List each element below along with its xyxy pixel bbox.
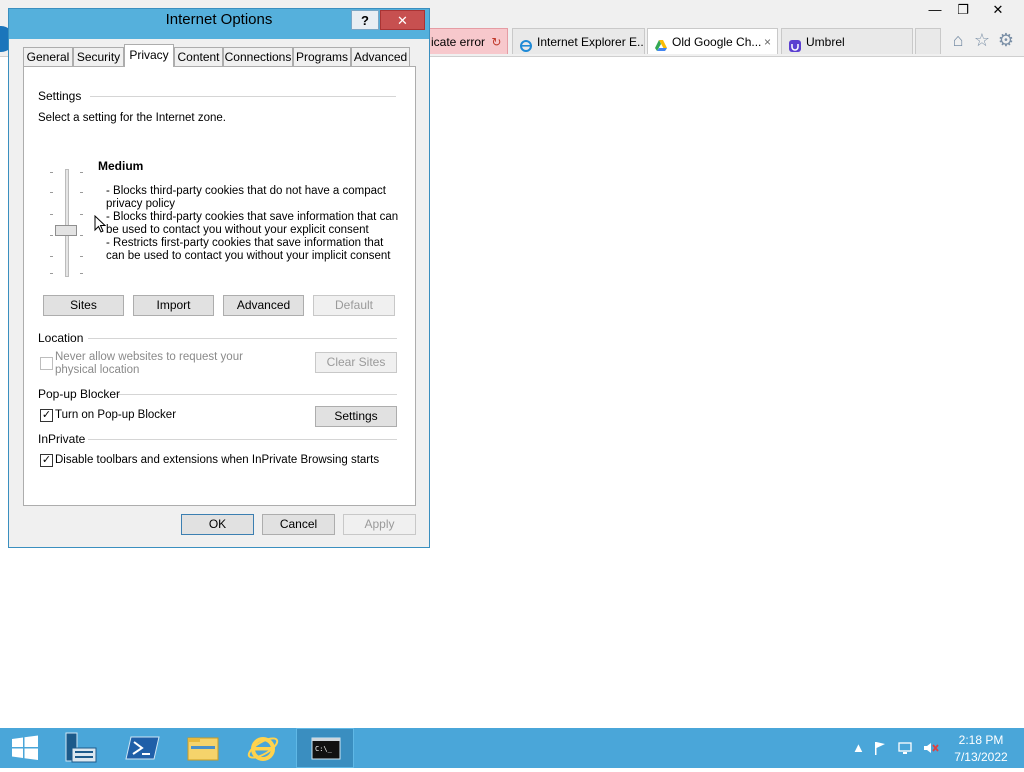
tab-content[interactable]: Content: [174, 47, 223, 66]
tab-privacy[interactable]: Privacy: [124, 44, 174, 67]
default-button[interactable]: Default: [313, 295, 395, 316]
privacy-desc-line: - Restricts first-party cookies that sav…: [106, 237, 384, 249]
inprivate-group-label: InPrivate: [38, 432, 86, 446]
privacy-desc-line: can be used to contact you without your …: [106, 250, 391, 262]
privacy-desc-line: privacy policy: [106, 198, 176, 210]
tab-label: Internet Explorer E...: [537, 35, 645, 49]
privacy-tab-panel: Settings Select a setting for the Intern…: [23, 66, 416, 506]
tab-label: Umbrel: [806, 35, 845, 49]
svg-text:C:\_: C:\_: [315, 745, 333, 753]
inprivate-disable-toolbars-checkbox[interactable]: ✓: [40, 454, 53, 467]
tab-advanced[interactable]: Advanced: [351, 47, 410, 66]
divider: [88, 338, 397, 339]
help-button[interactable]: ?: [351, 10, 379, 30]
never-allow-location-checkbox[interactable]: [40, 357, 53, 370]
popup-blocker-group-label: Pop-up Blocker: [38, 387, 121, 401]
umbrel-icon: [788, 36, 802, 52]
privacy-level-slider-track[interactable]: [65, 169, 69, 277]
slider-tick: [50, 273, 53, 274]
tab-close-icon[interactable]: ×: [764, 29, 771, 54]
slider-tick: [80, 172, 83, 173]
taskbar: C:\_ ▲ 2:18 PM 7/13/2022: [0, 728, 1024, 768]
ie-icon: [519, 36, 533, 52]
zone-description: Select a setting for the Internet zone.: [38, 112, 226, 124]
tab-connections[interactable]: Connections: [223, 47, 293, 66]
clear-sites-button[interactable]: Clear Sites: [315, 352, 397, 373]
dialog-body: General Security Privacy Content Connect…: [9, 39, 429, 547]
tab-label: Old Google Ch...: [672, 35, 762, 49]
slider-tick: [80, 273, 83, 274]
network-icon[interactable]: [897, 740, 915, 759]
tab-internet-explorer[interactable]: Internet Explorer E...: [512, 28, 645, 54]
favorites-star-icon[interactable]: ☆: [972, 30, 992, 50]
never-allow-location-label: Never allow websites to request your: [55, 351, 243, 363]
sites-button[interactable]: Sites: [43, 295, 124, 316]
slider-tick: [50, 256, 53, 257]
privacy-level-name: Medium: [98, 159, 144, 173]
advanced-button[interactable]: Advanced: [223, 295, 304, 316]
divider: [90, 96, 396, 97]
privacy-level-slider-thumb[interactable]: [55, 225, 77, 236]
tab-security[interactable]: Security: [73, 47, 124, 66]
gear-icon[interactable]: ⚙: [996, 30, 1016, 50]
flag-icon[interactable]: [872, 740, 888, 759]
windows-start-icon[interactable]: [0, 728, 52, 768]
privacy-desc-line: - Blocks third-party cookies that do not…: [106, 185, 386, 197]
popup-blocker-checkbox[interactable]: ✓: [40, 409, 53, 422]
import-button[interactable]: Import: [133, 295, 214, 316]
privacy-desc-line: - Blocks third-party cookies that save i…: [106, 211, 399, 223]
cancel-button[interactable]: Cancel: [262, 514, 335, 535]
slider-tick: [80, 192, 83, 193]
powershell-icon[interactable]: [114, 728, 172, 768]
popup-blocker-label: Turn on Pop-up Blocker: [55, 409, 177, 421]
tab-old-google-chrome[interactable]: Old Google Ch... ×: [647, 28, 778, 54]
inprivate-disable-toolbars-label: Disable toolbars and extensions when InP…: [55, 454, 380, 466]
slider-tick: [50, 235, 53, 236]
mouse-cursor-icon: [94, 215, 106, 233]
refresh-icon[interactable]: ↻: [491, 35, 501, 49]
close-button[interactable]: ✕: [380, 10, 425, 30]
tab-umbrel[interactable]: Umbrel: [781, 28, 913, 54]
close-window-button[interactable]: ✕: [980, 0, 1016, 20]
tab-general[interactable]: General: [23, 47, 73, 66]
show-hidden-icons-icon[interactable]: ▲: [852, 740, 865, 755]
divider: [88, 439, 397, 440]
privacy-desc-line: be used to contact you without your expl…: [106, 224, 369, 236]
never-allow-location-label: physical location: [55, 364, 140, 376]
slider-tick: [80, 214, 83, 215]
apply-button[interactable]: Apply: [343, 514, 416, 535]
divider: [118, 394, 397, 395]
ok-button[interactable]: OK: [181, 514, 254, 535]
maximize-button[interactable]: ❐: [946, 0, 980, 20]
slider-tick: [80, 256, 83, 257]
volume-muted-icon[interactable]: [922, 740, 940, 759]
tab-label: icate error: [431, 35, 486, 49]
home-icon[interactable]: ⌂: [948, 30, 968, 50]
clock-date[interactable]: 7/13/2022: [948, 750, 1014, 764]
slider-tick: [80, 235, 83, 236]
internet-explorer-icon[interactable]: [234, 728, 292, 768]
command-prompt-icon[interactable]: C:\_: [296, 728, 354, 768]
clock-time[interactable]: 2:18 PM: [956, 733, 1006, 747]
internet-options-dialog: Internet Options ? ✕ General Security Pr…: [8, 8, 430, 548]
server-manager-icon[interactable]: [54, 728, 112, 768]
slider-tick: [50, 172, 53, 173]
tab-programs[interactable]: Programs: [293, 47, 351, 66]
settings-group-label: Settings: [38, 89, 82, 103]
slider-tick: [50, 214, 53, 215]
new-tab-button[interactable]: [915, 28, 941, 54]
file-explorer-icon[interactable]: [174, 728, 232, 768]
popup-settings-button[interactable]: Settings: [315, 406, 397, 427]
google-drive-icon: [654, 36, 668, 51]
location-group-label: Location: [38, 331, 84, 345]
slider-tick: [50, 192, 53, 193]
